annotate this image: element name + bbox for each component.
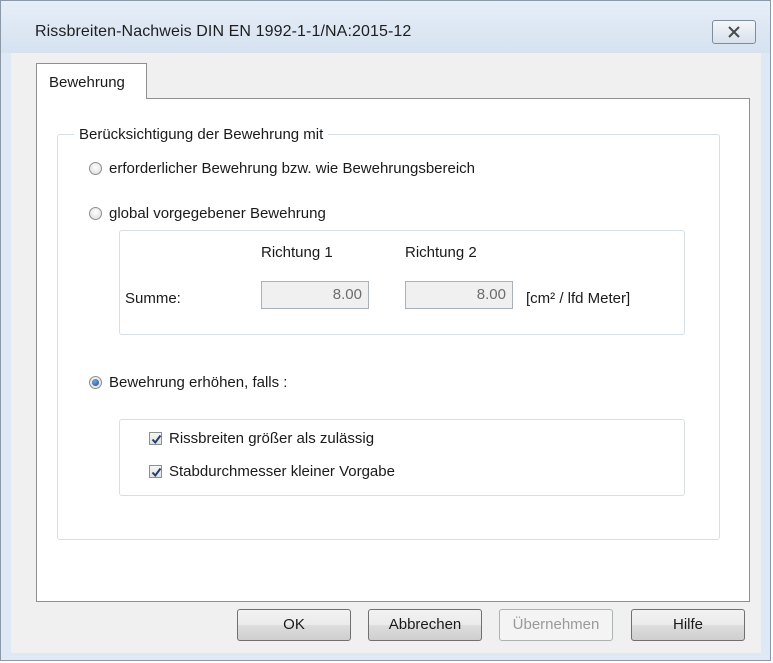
- close-icon: [728, 26, 740, 38]
- dialog-client-area: Bewehrung Berücksichtigung der Bewehrung…: [11, 53, 761, 653]
- checkbox-crack-width-exceeded[interactable]: Rissbreiten größer als zulässig: [149, 430, 374, 447]
- check-icon: [151, 434, 162, 445]
- dialog-window: Rissbreiten-Nachweis DIN EN 1992-1-1/NA:…: [0, 0, 771, 661]
- ok-button[interactable]: OK: [237, 609, 351, 641]
- increase-conditions-panel: Rissbreiten größer als zulässig Stabdurc…: [119, 419, 685, 496]
- sum-label: Summe:: [125, 290, 181, 307]
- reinforcement-groupbox: Berücksichtigung der Bewehrung mit erfor…: [57, 126, 720, 540]
- cancel-button[interactable]: Abbrechen: [368, 609, 482, 641]
- column-header-direction-2: Richtung 2: [405, 244, 477, 261]
- title-bar[interactable]: Rissbreiten-Nachweis DIN EN 1992-1-1/NA:…: [1, 1, 770, 53]
- close-button[interactable]: [712, 20, 756, 44]
- checkbox-label: Rissbreiten größer als zulässig: [169, 430, 375, 447]
- unit-label: [cm² / lfd Meter]: [526, 290, 631, 307]
- radio-button[interactable]: [89, 162, 102, 175]
- radio-label: Bewehrung erhöhen, falls :: [109, 374, 288, 391]
- help-button[interactable]: Hilfe: [631, 609, 745, 641]
- window-title: Rissbreiten-Nachweis DIN EN 1992-1-1/NA:…: [35, 23, 412, 40]
- tab-bewehrung[interactable]: Bewehrung: [36, 63, 147, 99]
- checkbox[interactable]: [149, 465, 162, 478]
- direction-2-value-field[interactable]: 8.00: [405, 281, 513, 309]
- radio-increase-reinforcement[interactable]: Bewehrung erhöhen, falls :: [89, 374, 287, 391]
- check-icon: [151, 467, 162, 478]
- apply-button[interactable]: Übernehmen: [499, 609, 613, 641]
- global-reinforcement-panel: Richtung 1 Richtung 2 Summe: 8.00 8.00 […: [119, 230, 685, 335]
- checkbox[interactable]: [149, 432, 162, 445]
- radio-label: global vorgegebener Bewehrung: [109, 205, 326, 222]
- direction-1-value-field[interactable]: 8.00: [261, 281, 369, 309]
- radio-required-reinforcement[interactable]: erforderlicher Bewehrung bzw. wie Bewehr…: [89, 160, 475, 177]
- column-header-direction-1: Richtung 1: [261, 244, 333, 261]
- checkbox-label: Stabdurchmesser kleiner Vorgabe: [169, 463, 395, 480]
- tab-page-bewehrung: Berücksichtigung der Bewehrung mit erfor…: [36, 98, 750, 602]
- groupbox-legend: Berücksichtigung der Bewehrung mit: [74, 126, 329, 143]
- radio-global-reinforcement[interactable]: global vorgegebener Bewehrung: [89, 205, 326, 222]
- radio-label: erforderlicher Bewehrung bzw. wie Bewehr…: [109, 160, 476, 177]
- radio-button[interactable]: [89, 207, 102, 220]
- tab-label: Bewehrung: [49, 74, 125, 91]
- radio-button[interactable]: [89, 376, 102, 389]
- checkbox-bar-diameter-smaller[interactable]: Stabdurchmesser kleiner Vorgabe: [149, 463, 395, 480]
